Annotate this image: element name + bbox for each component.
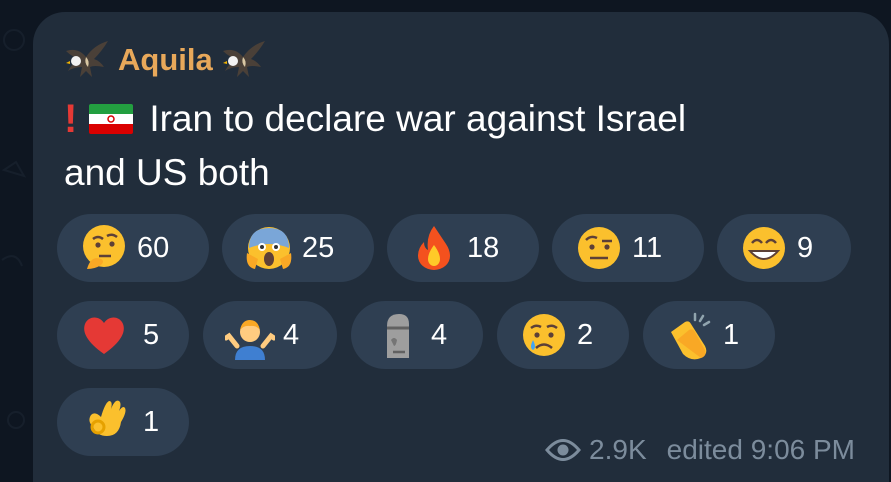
reactions-bar: 60 25 18 11 9 5 4 4 2 1 1 xyxy=(57,0,877,470)
reaction-raised-eyebrow[interactable]: 11 xyxy=(552,214,704,282)
reaction-count: 18 xyxy=(467,231,500,264)
reaction-count: 1 xyxy=(143,405,160,438)
moai-icon xyxy=(387,314,409,358)
reaction-count: 2 xyxy=(577,318,594,351)
reaction-thinking[interactable]: 60 xyxy=(57,214,209,282)
view-count: 2.9K xyxy=(589,434,647,465)
reaction-heart[interactable]: 5 xyxy=(57,301,189,369)
reaction-shrug[interactable]: 4 xyxy=(203,301,337,369)
person-shrugging-icon xyxy=(225,320,275,360)
reaction-ok-hand[interactable]: 1 xyxy=(57,388,189,456)
reaction-count: 25 xyxy=(302,231,335,264)
raised-eyebrow-face-icon xyxy=(578,227,620,269)
eye-icon xyxy=(545,439,582,461)
reaction-grin[interactable]: 9 xyxy=(717,214,851,282)
reaction-count: 4 xyxy=(283,318,300,351)
reaction-count: 5 xyxy=(143,318,160,351)
ok-hand-icon xyxy=(89,400,126,436)
grinning-face-icon xyxy=(743,227,785,269)
reaction-count: 1 xyxy=(723,318,740,351)
reaction-count: 9 xyxy=(797,231,814,264)
crying-face-icon xyxy=(523,314,565,356)
reaction-fire[interactable]: 18 xyxy=(387,214,539,282)
reaction-count: 11 xyxy=(632,231,663,264)
clapping-hands-icon xyxy=(671,312,711,360)
screaming-face-icon xyxy=(246,227,292,269)
red-heart-icon xyxy=(84,317,124,354)
message-meta: 2.9K edited 9:06 PM xyxy=(545,428,855,472)
thinking-face-icon xyxy=(83,225,125,269)
reaction-scream[interactable]: 25 xyxy=(222,214,374,282)
reaction-clap[interactable]: 1 xyxy=(643,301,775,369)
reaction-count: 60 xyxy=(137,231,170,264)
fire-icon xyxy=(418,226,450,270)
reaction-count: 4 xyxy=(431,318,448,351)
edited-timestamp: edited 9:06 PM xyxy=(666,434,855,465)
reaction-crying[interactable]: 2 xyxy=(497,301,629,369)
reaction-moai[interactable]: 4 xyxy=(351,301,483,369)
